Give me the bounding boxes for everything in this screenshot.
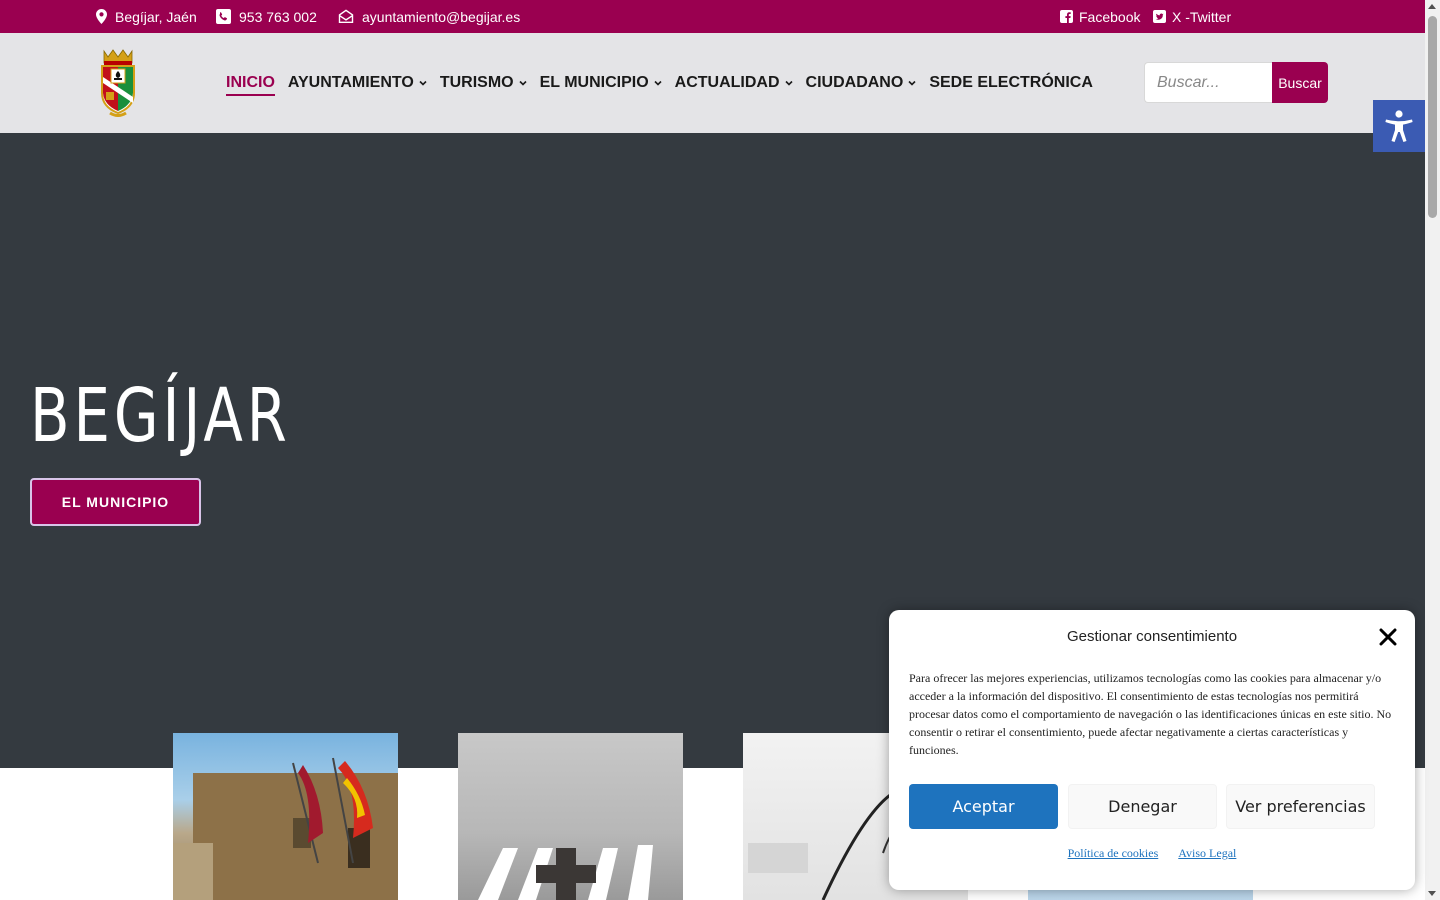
nav-label: INICIO (226, 74, 275, 91)
scroll-up-arrow[interactable] (1428, 4, 1436, 9)
view-preferences-button[interactable]: Ver preferencias (1226, 784, 1375, 829)
accessibility-button[interactable] (1373, 100, 1425, 152)
top-bar: Begíjar, Jaén 953 763 002 ayuntamiento@b… (0, 0, 1425, 33)
nav-item-ayuntamiento[interactable]: AYUNTAMIENTO (288, 68, 427, 98)
chevron-down-icon (419, 80, 427, 86)
hero-title: BEGÍJAR (30, 373, 291, 459)
location-info: Begíjar, Jaén (96, 0, 197, 33)
image-card-cross[interactable] (458, 733, 683, 900)
legal-notice-link[interactable]: Aviso Legal (1178, 846, 1236, 861)
nav-label: CIUDADANO (805, 74, 904, 91)
nav-item-turismo[interactable]: TURISMO (440, 68, 527, 98)
accessibility-icon (1385, 110, 1413, 142)
image-card-town-hall[interactable] (173, 733, 398, 900)
deny-button[interactable]: Denegar (1068, 784, 1217, 829)
search-form: Buscar (1144, 62, 1328, 103)
phone-icon (216, 9, 231, 24)
email-text: ayuntamiento@begijar.es (362, 8, 521, 25)
cross-photo (478, 845, 653, 900)
facebook-icon (1060, 10, 1073, 23)
close-icon[interactable] (1379, 628, 1397, 646)
chevron-down-icon (908, 80, 916, 86)
town-hall-photo (173, 757, 398, 900)
cookie-policy-link[interactable]: Política de cookies (1068, 846, 1159, 861)
coat-of-arms-logo[interactable] (96, 47, 140, 119)
nav-item-actualidad[interactable]: ACTUALIDAD (675, 68, 793, 98)
twitter-link[interactable]: X -Twitter (1153, 0, 1231, 33)
facebook-link[interactable]: Facebook (1060, 0, 1140, 33)
email-info[interactable]: ayuntamiento@begijar.es (338, 0, 520, 33)
chevron-down-icon (654, 80, 662, 86)
search-input[interactable] (1144, 62, 1272, 103)
map-pin-icon (96, 9, 107, 24)
page-scrollbar[interactable] (1425, 0, 1440, 900)
accept-button[interactable]: Aceptar (909, 784, 1058, 829)
nav-label: AYUNTAMIENTO (287, 74, 414, 91)
nav-item-sede-electronica[interactable]: SEDE ELECTRÓNICA (929, 68, 1093, 98)
nav-label: TURISMO (439, 74, 514, 91)
facebook-label: Facebook (1079, 8, 1141, 25)
chevron-down-icon (519, 80, 527, 86)
modal-links: Política de cookies Aviso Legal (889, 846, 1415, 861)
nav-label: SEDE ELECTRÓNICA (929, 74, 1093, 91)
nav-label: ACTUALIDAD (674, 74, 780, 91)
cookie-consent-modal: Gestionar consentimiento Para ofrecer la… (889, 610, 1415, 890)
twitter-label: X -Twitter (1172, 8, 1232, 25)
phone-info[interactable]: 953 763 002 (216, 0, 317, 33)
nav-item-ciudadano[interactable]: CIUDADANO (806, 68, 917, 98)
location-text: Begíjar, Jaén (115, 8, 197, 25)
envelope-icon (338, 9, 354, 23)
site-header: INICIO AYUNTAMIENTO TURISMO EL MUNICIPIO… (0, 33, 1425, 133)
scroll-down-arrow[interactable] (1428, 891, 1436, 896)
nav-item-inicio[interactable]: INICIO (226, 68, 275, 98)
chevron-down-icon (784, 80, 793, 86)
coat-of-arms-icon (101, 49, 135, 117)
modal-title: Gestionar consentimiento (1066, 628, 1238, 645)
scrollbar-thumb[interactable] (1428, 16, 1437, 218)
el-municipio-button[interactable]: EL MUNICIPIO (30, 478, 201, 526)
twitter-icon (1153, 10, 1166, 23)
main-nav: INICIO AYUNTAMIENTO TURISMO EL MUNICIPIO… (226, 33, 1106, 133)
nav-item-el-municipio[interactable]: EL MUNICIPIO (540, 68, 662, 98)
phone-text: 953 763 002 (239, 8, 317, 25)
nav-label: EL MUNICIPIO (539, 74, 649, 91)
search-button[interactable]: Buscar (1272, 62, 1328, 103)
consent-text: Para ofrecer las mejores experiencias, u… (909, 671, 1392, 757)
